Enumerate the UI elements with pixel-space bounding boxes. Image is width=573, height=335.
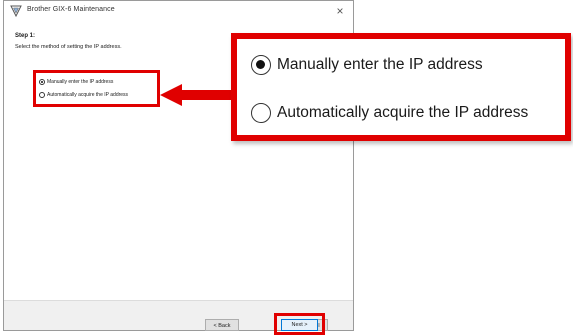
- callout-manual-label: Manually enter the IP address: [277, 56, 483, 73]
- close-icon[interactable]: ×: [333, 3, 347, 19]
- window-title: Brother GIX-6 Maintenance: [27, 6, 115, 13]
- next-button-highlight: Next >: [274, 313, 325, 335]
- left-arrow-icon: [160, 84, 236, 106]
- radio-auto-label: Automatically acquire the IP address: [47, 92, 129, 98]
- radio-auto-ip[interactable]: Automatically acquire the IP address: [39, 90, 128, 100]
- brother-app-icon: [10, 5, 22, 17]
- callout-radio-manual-ip[interactable]: Manually enter the IP address: [251, 53, 483, 77]
- back-button[interactable]: < Back: [205, 319, 239, 331]
- screenshot-stage: Brother GIX-6 Maintenance × Step 1: Sele…: [0, 0, 573, 335]
- radio-button-unselected[interactable]: [39, 92, 45, 98]
- callout-radio-auto-ip[interactable]: Automatically acquire the IP address: [251, 101, 528, 125]
- callout-radio-unselected[interactable]: [251, 103, 271, 123]
- radio-button-selected[interactable]: [39, 79, 45, 85]
- next-button[interactable]: Next >: [281, 319, 318, 331]
- step-description: Select the method of setting the IP addr…: [15, 44, 122, 50]
- zoom-callout: Manually enter the IP address Automatica…: [231, 33, 571, 141]
- ip-method-options-highlight: Manually enter the IP address Automatica…: [33, 70, 160, 107]
- radio-manual-ip[interactable]: Manually enter the IP address: [39, 77, 113, 87]
- title-bar: Brother GIX-6 Maintenance ×: [4, 1, 353, 23]
- step-title: Step 1:: [15, 33, 36, 39]
- radio-manual-label: Manually enter the IP address: [47, 79, 114, 85]
- callout-radio-selected[interactable]: [251, 55, 271, 75]
- callout-auto-label: Automatically acquire the IP address: [277, 104, 529, 121]
